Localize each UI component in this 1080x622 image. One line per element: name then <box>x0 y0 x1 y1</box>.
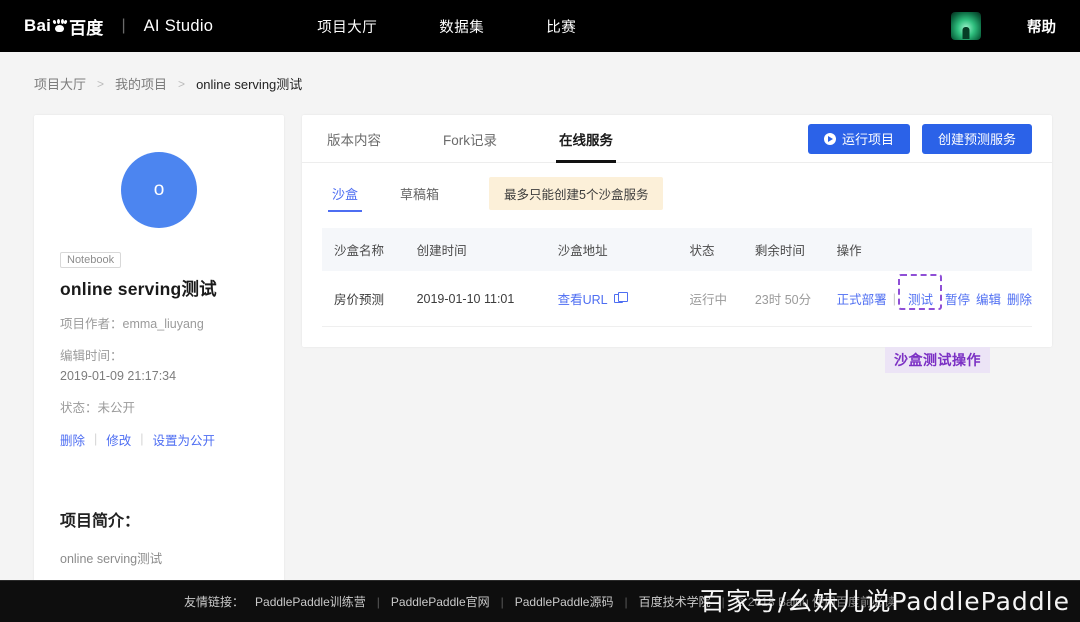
cell-sandbox-url: 查看URL <box>546 271 678 327</box>
link-separator: | <box>94 432 97 446</box>
op-edit-link[interactable]: 编辑 <box>976 289 1001 308</box>
row-operations: 正式部署 | 测试 暂停 编辑 删除 <box>837 286 1032 311</box>
panel-subtabs: 沙盒 草稿箱 最多只能创建5个沙盒服务 <box>302 163 1052 214</box>
op-delete-link[interactable]: 删除 <box>1007 289 1032 308</box>
breadcrumb-item-my-projects[interactable]: 我的项目 <box>115 74 167 93</box>
op-test-link[interactable]: 测试 <box>902 286 939 311</box>
project-edit-time: 编辑时间： 2019-01-09 21:17:34 <box>60 346 258 387</box>
run-project-button[interactable]: 运行项目 <box>808 124 910 154</box>
create-service-label: 创建预测服务 <box>938 129 1016 148</box>
edit-project-link[interactable]: 修改 <box>106 430 131 449</box>
header-remaining-time: 剩余时间 <box>743 228 825 271</box>
panel-buttons: 运行项目 创建预测服务 <box>808 124 1032 154</box>
op-separator: | <box>893 292 896 306</box>
subtab-sandbox[interactable]: 沙盒 <box>332 184 358 212</box>
project-status: 状态：未公开 <box>60 398 258 419</box>
sandbox-limit-notice: 最多只能创建5个沙盒服务 <box>489 177 663 210</box>
ai-studio-label: AI Studio <box>144 17 214 36</box>
footer-link-training-camp[interactable]: PaddlePaddle训练营 <box>255 593 366 610</box>
op-pause-link[interactable]: 暂停 <box>945 289 970 308</box>
table-header-row: 沙盒名称 创建时间 沙盒地址 状态 剩余时间 操作 <box>322 228 1032 271</box>
project-action-links: 删除 | 修改 | 设置为公开 <box>60 430 258 449</box>
table-row: 房价预测 2019-01-10 11:01 查看URL 运行中 23时 50分 <box>322 271 1032 327</box>
table-head: 沙盒名称 创建时间 沙盒地址 状态 剩余时间 操作 <box>322 228 1032 271</box>
cell-operations: 正式部署 | 测试 暂停 编辑 删除 <box>825 271 1032 327</box>
set-public-link[interactable]: 设置为公开 <box>153 430 216 449</box>
top-navbar: Bai 百度 | AI Studio 项目大厅 数据集 比赛 帮助 <box>0 0 1080 52</box>
footer-label: 友情链接： <box>184 593 244 610</box>
intro-body: online serving测试 <box>60 548 258 567</box>
status-value: 未公开 <box>98 401 136 415</box>
baidu-paw-icon <box>52 19 68 33</box>
header-operations: 操作 <box>825 228 1032 271</box>
breadcrumb-item-current: online serving测试 <box>196 74 302 93</box>
cell-remaining-time: 23时 50分 <box>743 271 825 327</box>
nav-item-competitions[interactable]: 比赛 <box>546 16 576 37</box>
baidu-logo-text: Bai 百度 <box>24 14 103 39</box>
nav-item-datasets[interactable]: 数据集 <box>439 16 484 37</box>
header-sandbox-url: 沙盒地址 <box>546 228 678 271</box>
nav-links: 项目大厅 数据集 比赛 <box>317 16 576 37</box>
content-area: o Notebook online serving测试 项目作者：emma_li… <box>0 93 1080 597</box>
play-icon <box>824 133 836 145</box>
logo[interactable]: Bai 百度 | AI Studio <box>24 14 213 39</box>
cell-sandbox-name: 房价预测 <box>322 271 405 327</box>
breadcrumb: 项目大厅 > 我的项目 > online serving测试 <box>0 52 1080 93</box>
cell-created-time: 2019-01-10 11:01 <box>405 271 546 327</box>
project-author: 项目作者：emma_liuyang <box>60 314 258 335</box>
create-prediction-service-button[interactable]: 创建预测服务 <box>922 124 1032 154</box>
edit-time-value: 2019-01-09 21:17:34 <box>60 366 258 387</box>
link-separator: | <box>140 432 143 446</box>
annotation-callout: 沙盒测试操作 <box>885 347 990 373</box>
op-deploy-link[interactable]: 正式部署 <box>837 289 887 308</box>
tab-online-service[interactable]: 在线服务 <box>559 115 613 163</box>
external-link-icon <box>614 294 623 303</box>
view-url-label: 查看URL <box>558 289 608 308</box>
footer-separator: | <box>377 595 380 609</box>
delete-project-link[interactable]: 删除 <box>60 430 85 449</box>
project-avatar: o <box>121 152 197 228</box>
intro-heading: 项目简介： <box>60 507 258 531</box>
nav-right-group: 帮助 <box>951 12 1056 40</box>
table-body: 房价预测 2019-01-10 11:01 查看URL 运行中 23时 50分 <box>322 271 1032 327</box>
footer-link-official-site[interactable]: PaddlePaddle官网 <box>391 593 490 610</box>
subtab-drafts[interactable]: 草稿箱 <box>400 184 439 212</box>
project-info-card: o Notebook online serving测试 项目作者：emma_li… <box>34 115 284 597</box>
breadcrumb-item-projects[interactable]: 项目大厅 <box>34 74 86 93</box>
header-state: 状态 <box>677 228 742 271</box>
nav-item-projects[interactable]: 项目大厅 <box>317 16 377 37</box>
footer-separator: | <box>624 595 627 609</box>
project-author-label: 项目作者： <box>60 317 123 331</box>
header-created-time: 创建时间 <box>405 228 546 271</box>
edit-time-label: 编辑时间： <box>60 346 258 367</box>
breadcrumb-separator: > <box>178 77 185 91</box>
tab-fork-records[interactable]: Fork记录 <box>443 115 497 163</box>
run-project-label: 运行项目 <box>842 129 894 148</box>
view-url-link[interactable]: 查看URL <box>558 289 623 308</box>
breadcrumb-separator: > <box>97 77 104 91</box>
watermark: 百家号/幺妹儿说PaddlePaddle <box>700 582 1070 618</box>
header-sandbox-name: 沙盒名称 <box>322 228 405 271</box>
user-avatar[interactable] <box>951 12 981 40</box>
op-test-label: 测试 <box>908 293 933 307</box>
panel-tabs: 版本内容 Fork记录 在线服务 运行项目 创建预测服务 <box>302 115 1052 163</box>
tab-version-content[interactable]: 版本内容 <box>327 115 381 163</box>
footer-separator: | <box>501 595 504 609</box>
nav-item-help[interactable]: 帮助 <box>1027 16 1056 37</box>
sandbox-table: 沙盒名称 创建时间 沙盒地址 状态 剩余时间 操作 房价预测 2019-01-1… <box>322 228 1032 327</box>
project-title: online serving测试 <box>60 276 258 301</box>
cell-state: 运行中 <box>677 271 742 327</box>
logo-divider: | <box>121 17 125 35</box>
project-author-value: emma_liuyang <box>123 317 204 331</box>
app-root: Bai 百度 | AI Studio 项目大厅 数据集 比赛 帮助 项目大厅 >… <box>0 0 1080 622</box>
notebook-badge: Notebook <box>60 252 121 268</box>
service-panel: 版本内容 Fork记录 在线服务 运行项目 创建预测服务 沙盒 草稿箱 最多只能… <box>302 115 1052 347</box>
footer-link-source-code[interactable]: PaddlePaddle源码 <box>515 593 614 610</box>
status-label: 状态： <box>60 401 98 415</box>
